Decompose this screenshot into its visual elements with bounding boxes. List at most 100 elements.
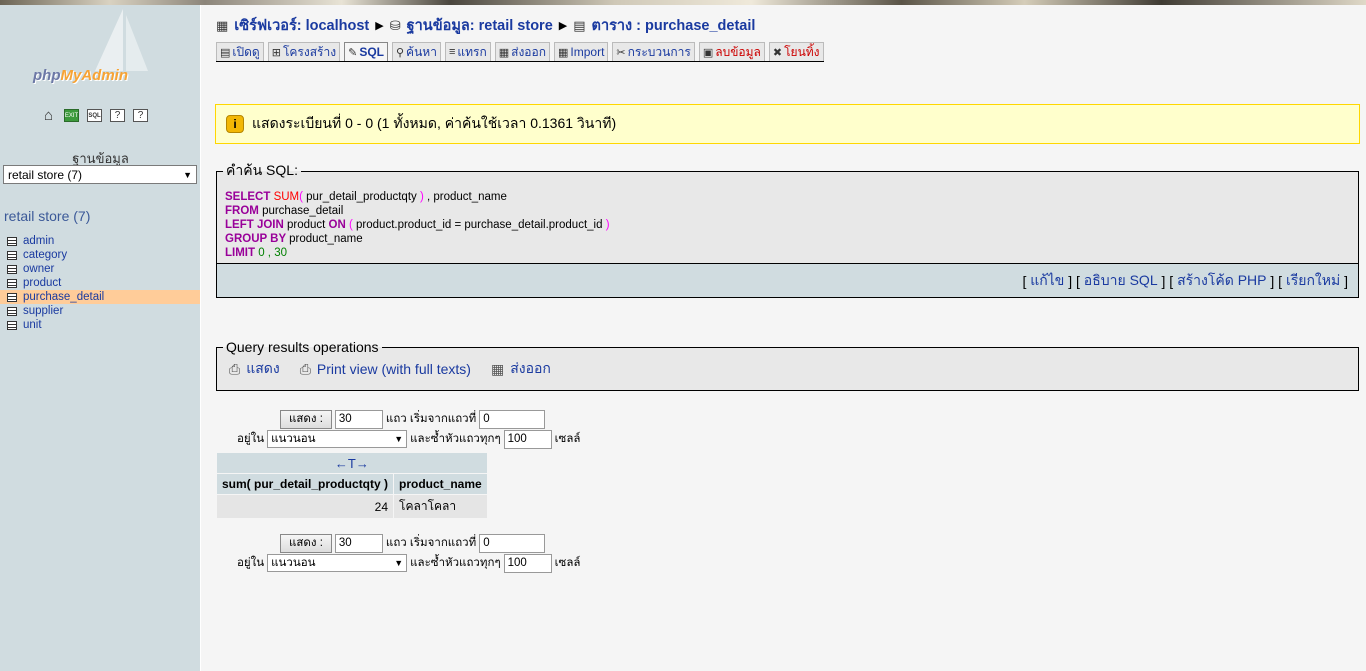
display-mode-select[interactable]: แนวนอน ▼: [267, 430, 408, 448]
explain-sql-link[interactable]: อธิบาย SQL: [1084, 270, 1158, 292]
tab-sql[interactable]: ✎ SQL: [344, 42, 388, 61]
start-row-input[interactable]: 0: [479, 409, 546, 429]
sql-token: LEFT JOIN: [225, 219, 287, 231]
sql-token: GROUP BY: [225, 233, 290, 245]
sidebar-item-product[interactable]: product: [0, 276, 200, 290]
operations-icon: ✂: [616, 46, 626, 59]
refresh-link[interactable]: เรียกใหม่: [1286, 270, 1340, 292]
rows-label: แถว เริ่มจากแถวที่: [385, 413, 477, 425]
table-list: admin category owner product purchase_de…: [0, 234, 200, 332]
tab-export[interactable]: ▦ ส่งออก: [494, 42, 550, 61]
sql-token: LIMIT: [225, 247, 259, 259]
table-icon[interactable]: [7, 278, 17, 288]
empty-icon: ▣: [702, 46, 714, 59]
table-label[interactable]: admin: [23, 234, 54, 248]
edit-sql-link[interactable]: แก้ไข: [1030, 270, 1064, 292]
cell-sum: 24: [217, 495, 394, 518]
display-mode-value: แนวนอน: [271, 433, 316, 445]
sql-actions: [ แก้ไข ] [ อธิบาย SQL ] [ สร้างโค้ด PHP…: [216, 264, 1359, 298]
export-link[interactable]: ▦ ส่งออก: [491, 358, 551, 380]
table-icon[interactable]: [7, 236, 17, 246]
tab-label: ค้นหา: [406, 44, 437, 59]
print-view-full-link[interactable]: ⎙ Print view (with full texts): [300, 358, 471, 380]
logo-text-highlight: MyAdmin: [60, 67, 129, 84]
breadcrumb-server[interactable]: เซิร์ฟเวอร์: localhost: [234, 14, 369, 37]
tab-label: ลบข้อมูล: [715, 44, 761, 59]
chevron-down-icon: ▼: [394, 558, 404, 568]
column-header-product-name[interactable]: product_name: [394, 474, 487, 494]
print-icon: ⎙: [229, 360, 241, 377]
tab-browse[interactable]: ▤ เปิดดู: [216, 42, 264, 61]
table-label[interactable]: unit: [23, 318, 42, 332]
home-icon[interactable]: ⌂: [41, 108, 56, 123]
sidebar-item-supplier[interactable]: supplier: [0, 304, 200, 318]
table-icon[interactable]: [7, 264, 17, 274]
sql-token: product_name: [289, 233, 363, 245]
show-button[interactable]: แสดง :: [280, 409, 332, 429]
print-link-label: แสดง: [246, 360, 280, 376]
sql-query-window-icon[interactable]: SQL: [87, 109, 102, 122]
tab-empty[interactable]: ▣ ลบข้อมูล: [698, 42, 765, 61]
tab-bar: ▤ เปิดดู ⊞ โครงสร้าง ✎ SQL ⚲ ค้นหา ≡ แทรก ▦ ส่…: [216, 42, 824, 62]
table-icon[interactable]: [7, 250, 17, 260]
bracket-sep: ] [: [1064, 272, 1084, 289]
display-mode-select[interactable]: แนวนอน ▼: [267, 554, 408, 572]
breadcrumb: ▦ เซิร์ฟเวอร์: localhost ▶ ⛁ ฐานข้อมูล: …: [216, 14, 755, 37]
drop-icon: ✖: [772, 46, 783, 59]
nav-row: แสดง : 30 แถว เริ่มจากแถวที่ 0: [237, 409, 580, 429]
database-title-link[interactable]: retail store (7): [4, 208, 90, 224]
sql-line: GROUP BY product_name: [225, 232, 1358, 246]
start-row-input[interactable]: 0: [479, 533, 546, 553]
table-icon[interactable]: [7, 292, 17, 302]
column-header-sum[interactable]: sum( pur_detail_productqty ): [217, 474, 394, 494]
tab-search[interactable]: ⚲ ค้นหา: [391, 42, 441, 61]
chevron-right-icon: ▶: [558, 20, 568, 32]
main-content: ▦ เซิร์ฟเวอร์: localhost ▶ ⛁ ฐานข้อมูล: …: [201, 5, 1366, 671]
results-table: ←T→ sum( pur_detail_productqty ) product…: [216, 452, 488, 519]
breadcrumb-table[interactable]: ตาราง : purchase_detail: [592, 14, 756, 37]
tab-label: กระบวนการ: [627, 44, 691, 59]
column-arrows[interactable]: ←T→: [217, 453, 487, 473]
table-row: 24 โคลาโคลา: [217, 495, 487, 518]
results-sort-row: ←T→: [217, 453, 487, 473]
sidebar-item-owner[interactable]: owner: [0, 262, 200, 276]
sidebar-item-admin[interactable]: admin: [0, 234, 200, 248]
sidebar-item-unit[interactable]: unit: [0, 318, 200, 332]
notice-text: แสดงระเบียนที่ 0 - 0 (1 ทั้งหมด, ค่าค้นใ…: [252, 115, 617, 131]
table-label[interactable]: product: [23, 276, 61, 290]
table-label[interactable]: owner: [23, 262, 54, 276]
sql-token: SELECT: [225, 191, 274, 203]
repeat-header-input[interactable]: 100: [503, 553, 552, 573]
sidebar-item-category[interactable]: category: [0, 248, 200, 262]
tab-drop[interactable]: ✖ โยนทิ้ง: [768, 42, 824, 61]
sidebar-item-purchase-detail[interactable]: purchase_detail: [0, 290, 200, 304]
show-button[interactable]: แสดง :: [280, 533, 332, 553]
tab-structure[interactable]: ⊞ โครงสร้าง: [267, 42, 341, 61]
repeat-header-input[interactable]: 100: [503, 429, 552, 449]
documentation-icon[interactable]: ?: [110, 109, 125, 122]
sql-icon: ✎: [348, 46, 358, 59]
sql-token: FROM: [225, 205, 263, 217]
table-label[interactable]: supplier: [23, 304, 63, 318]
breadcrumb-database[interactable]: ฐานข้อมูล: retail store: [407, 14, 553, 37]
rows-input[interactable]: 30: [334, 533, 383, 553]
tab-operations[interactable]: ✂ กระบวนการ: [612, 42, 695, 61]
tab-import[interactable]: ▦ Import: [554, 42, 609, 61]
table-icon[interactable]: [7, 320, 17, 330]
exit-icon[interactable]: EXIT: [64, 109, 79, 122]
phpmyadmin-logo[interactable]: phpMyAdmin: [33, 5, 183, 95]
tab-insert[interactable]: ≡ แทรก: [444, 42, 491, 61]
print-link[interactable]: ⎙ แสดง: [229, 358, 280, 380]
info-icon: i: [226, 115, 244, 133]
table-label[interactable]: category: [23, 248, 67, 262]
create-php-code-link[interactable]: สร้างโค้ด PHP: [1177, 270, 1266, 292]
rows-input[interactable]: 30: [334, 409, 383, 429]
browse-icon: ▤: [220, 46, 231, 59]
tab-label: ส่งออก: [511, 44, 546, 59]
table-icon[interactable]: [7, 306, 17, 316]
nav-row: อยู่ใน แนวนอน ▼ และซ้ำหัวแถวทุกๆ 100 เซลล…: [237, 553, 580, 573]
sql-token: ): [602, 219, 610, 231]
database-select[interactable]: retail store (7) ▼: [3, 165, 197, 184]
docs-sql-icon[interactable]: ?: [133, 109, 148, 122]
table-label[interactable]: purchase_detail: [23, 290, 104, 304]
